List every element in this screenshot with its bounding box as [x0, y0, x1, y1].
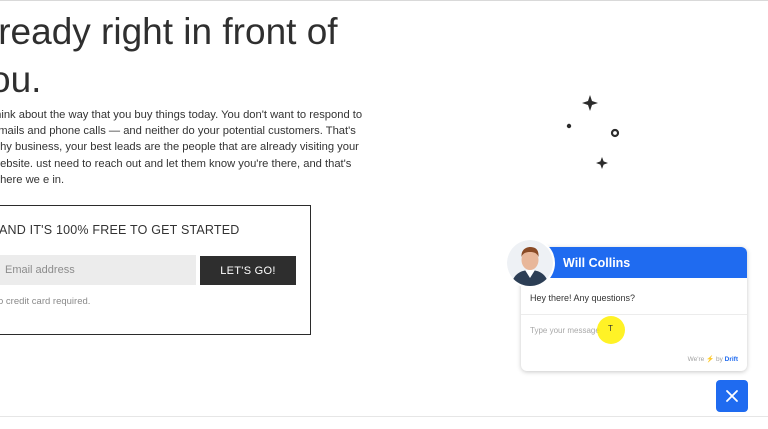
drift-brand: Drift [724, 356, 738, 363]
bolt-icon: ⚡ [706, 356, 715, 363]
cursor-caret: T [608, 324, 613, 333]
hero-headline: lready right in front of ou. [0, 11, 338, 100]
sparkles-decoration [566, 95, 620, 169]
lets-go-button[interactable]: LET'S GO! [200, 256, 296, 285]
sparkle-ring-icon [610, 128, 620, 138]
agent-name: Will Collins [563, 256, 631, 270]
no-credit-card-note: o credit card required. [0, 296, 91, 307]
powered-by-text: by [715, 356, 723, 363]
signup-box: AND IT'S 100% FREE TO GET STARTED LET'S … [0, 205, 311, 335]
signup-title: AND IT'S 100% FREE TO GET STARTED [0, 223, 240, 237]
sparkle-star-icon [582, 95, 598, 111]
chat-header: Will Collins [521, 247, 747, 278]
chat-close-button[interactable] [716, 380, 748, 412]
top-divider [0, 0, 768, 1]
chat-divider [521, 314, 747, 315]
powered-prefix: We're [687, 356, 705, 363]
chat-greeting-message: Hey there! Any questions? [530, 293, 636, 303]
bottom-divider [0, 416, 768, 417]
sparkle-dot-icon [566, 123, 572, 129]
sparkle-star-small-icon [596, 157, 608, 169]
avatar [507, 240, 553, 286]
close-icon [726, 390, 738, 402]
email-field[interactable] [0, 255, 196, 285]
avatar-portrait-icon [507, 240, 553, 286]
chat-widget: Will Collins Hey there! Any questions? W… [521, 247, 747, 371]
powered-by-drift[interactable]: We're ⚡ by Drift [688, 355, 738, 363]
hero-paragraph: think about the way that you buy things … [0, 109, 363, 186]
